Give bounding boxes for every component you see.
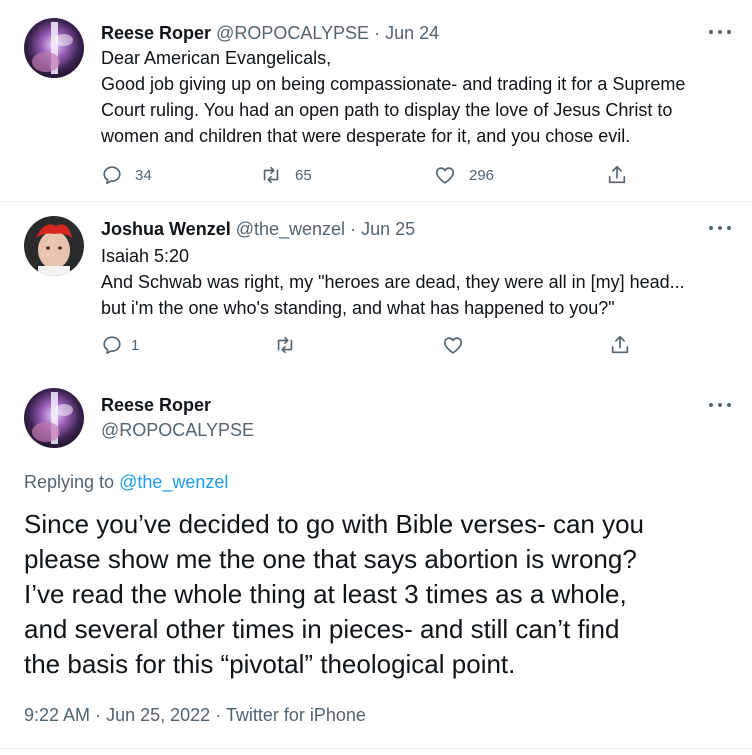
- tweet2-separator: ·: [350, 219, 357, 239]
- tweet1-display-name[interactable]: Reese Roper: [101, 23, 211, 43]
- tweet2-date[interactable]: Jun 25: [361, 219, 415, 239]
- main-tweet-line: the basis for this “pivotal” theological…: [24, 649, 516, 679]
- tweet2-text: Isaiah 5:20 And Schwab was right, my "he…: [101, 243, 685, 321]
- heart-icon: [443, 337, 463, 354]
- tweet-joshua-wenzel[interactable]: Joshua Wenzel @the_wenzel · Jun 25 Isaia…: [0, 202, 752, 372]
- main-tweet-display-name[interactable]: Reese Roper: [101, 395, 211, 415]
- retweet-count: 65: [295, 166, 312, 184]
- tweet2-line: Isaiah 5:20: [101, 246, 190, 266]
- main-tweet-handle-line: @ROPOCALYPSE: [101, 418, 254, 442]
- divider: [0, 748, 752, 749]
- reply-button[interactable]: 1: [101, 334, 139, 356]
- reply-button[interactable]: 34: [101, 164, 152, 186]
- tweet1-date[interactable]: Jun 24: [385, 23, 439, 43]
- tweet2-header: Joshua Wenzel @the_wenzel · Jun 25: [101, 217, 415, 241]
- tweet2-line: but i'm the one who's standing, and what…: [101, 298, 615, 318]
- tweet-reese-roper-jun24[interactable]: Reese Roper @ROPOCALYPSE · Jun 24 Dear A…: [0, 0, 752, 200]
- tweet2-line: And Schwab was right, my "heroes are dea…: [101, 272, 685, 292]
- tweet1-text: Dear American Evangelicals, Good job giv…: [101, 45, 685, 149]
- replying-to-prefix: Replying to: [24, 472, 115, 492]
- main-tweet-text: Since you’ve decided to go with Bible ve…: [24, 507, 644, 682]
- replying-to: Replying to @the_wenzel: [24, 470, 228, 494]
- avatar-joshua-wenzel[interactable]: [24, 216, 84, 276]
- main-tweet-name-line: Reese Roper: [101, 393, 211, 417]
- more-icon[interactable]: [709, 400, 731, 410]
- tweet1-separator: ·: [374, 23, 381, 43]
- reply-count: 1: [131, 336, 140, 354]
- retweet-button[interactable]: 65: [259, 164, 312, 186]
- replying-to-handle-link[interactable]: @the_wenzel: [119, 472, 228, 492]
- reply-icon: [103, 336, 121, 355]
- main-tweet-line: please show me the one that says abortio…: [24, 544, 637, 574]
- more-icon[interactable]: [709, 27, 731, 37]
- like-count: 296: [469, 166, 495, 184]
- tweet1-line: Court ruling. You had an open path to di…: [101, 100, 673, 120]
- reply-icon: [103, 166, 121, 185]
- tweet1-handle[interactable]: @ROPOCALYPSE: [216, 23, 369, 43]
- retweet-icon: [277, 336, 293, 354]
- tweet2-display-name[interactable]: Joshua Wenzel: [101, 219, 231, 239]
- avatar-reese-roper[interactable]: [24, 18, 84, 78]
- like-button[interactable]: 296: [433, 164, 494, 186]
- tweet-date[interactable]: Jun 25, 2022: [106, 705, 210, 725]
- reply-count: 34: [135, 166, 152, 184]
- tweet1-actions: 34 65 296: [101, 164, 641, 188]
- avatar-reese-roper[interactable]: [24, 388, 84, 448]
- share-icon: [608, 165, 626, 184]
- share-button[interactable]: [606, 164, 628, 186]
- retweet-button[interactable]: [273, 334, 297, 356]
- more-icon[interactable]: [709, 223, 731, 233]
- main-tweet-meta: 9:22 AM · Jun 25, 2022 · Twitter for iPh…: [24, 703, 366, 727]
- meta-separator: ·: [95, 705, 102, 725]
- tweet1-header: Reese Roper @ROPOCALYPSE · Jun 24: [101, 21, 439, 45]
- tweet1-line: Good job giving up on being compassionat…: [101, 74, 686, 94]
- meta-separator: ·: [215, 705, 222, 725]
- tweet1-line: women and children that were desperate f…: [101, 126, 631, 146]
- retweet-icon: [263, 166, 279, 184]
- tweet1-line: Dear American Evangelicals,: [101, 48, 332, 68]
- tweet-time[interactable]: 9:22 AM: [24, 705, 90, 725]
- main-tweet-handle[interactable]: @ROPOCALYPSE: [101, 420, 254, 440]
- like-button[interactable]: [441, 334, 465, 356]
- main-tweet-line: Since you’ve decided to go with Bible ve…: [24, 509, 645, 539]
- share-button[interactable]: [609, 334, 631, 356]
- tweet2-handle[interactable]: @the_wenzel: [236, 219, 345, 239]
- heart-icon: [435, 167, 455, 184]
- main-tweet-line: and several other times in pieces- and s…: [24, 614, 620, 644]
- share-icon: [611, 335, 629, 354]
- main-tweet-line: I’ve read the whole thing at least 3 tim…: [24, 579, 627, 609]
- tweet2-actions: 1: [101, 334, 641, 358]
- tweet-source[interactable]: Twitter for iPhone: [226, 705, 366, 725]
